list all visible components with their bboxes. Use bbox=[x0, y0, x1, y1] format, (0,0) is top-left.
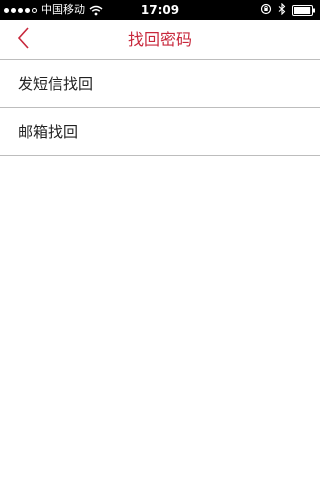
navigation-bar: 找回密码 bbox=[0, 20, 320, 60]
email-recovery-item[interactable]: 邮箱找回 bbox=[0, 108, 320, 156]
status-left: 中国移动 bbox=[4, 0, 103, 20]
sms-recovery-item[interactable]: 发短信找回 bbox=[0, 60, 320, 108]
bluetooth-icon bbox=[278, 2, 286, 18]
battery-icon bbox=[292, 4, 316, 16]
back-button[interactable] bbox=[8, 26, 38, 54]
list-item-label: 邮箱找回 bbox=[18, 123, 79, 141]
page-title: 找回密码 bbox=[127, 30, 192, 49]
wifi-icon bbox=[89, 5, 103, 16]
status-bar: 中国移动 17:09 bbox=[0, 0, 320, 20]
list-item-label: 发短信找回 bbox=[18, 75, 94, 93]
chevron-left-icon bbox=[16, 26, 30, 54]
recovery-options-list: 发短信找回 邮箱找回 bbox=[0, 60, 320, 156]
carrier-name: 中国移动 bbox=[41, 3, 85, 16]
signal-strength-icon bbox=[4, 7, 37, 13]
rotation-lock-icon bbox=[260, 3, 272, 18]
status-right bbox=[260, 0, 316, 20]
